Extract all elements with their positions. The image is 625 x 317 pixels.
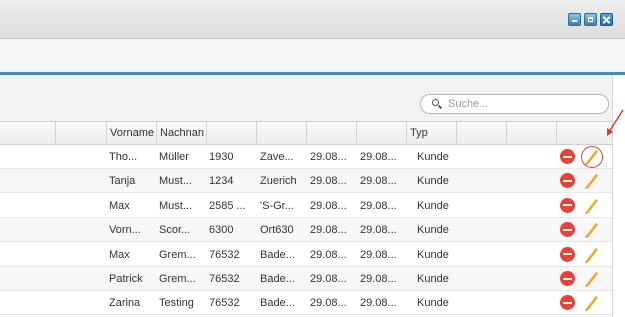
cell-nachname: Testing (159, 297, 194, 310)
column-header[interactable]: Nachnan (156, 122, 206, 144)
delete-icon[interactable] (560, 295, 575, 311)
column-header[interactable]: Vorname (106, 122, 156, 144)
cell-plz: 76532 (209, 248, 240, 261)
delete-icon[interactable] (560, 173, 575, 189)
edit-pencil-icon[interactable] (582, 269, 602, 289)
close-icon[interactable] (600, 13, 613, 26)
cell-plz: 1234 (209, 175, 234, 188)
delete-icon[interactable] (560, 197, 575, 213)
edit-pencil-icon[interactable] (582, 196, 602, 216)
delete-icon[interactable] (560, 222, 575, 238)
cell-nachname: Grem... (159, 273, 196, 285)
delete-icon[interactable] (560, 271, 575, 286)
column-header[interactable] (256, 122, 306, 144)
cell-date-created: 29.08... (310, 297, 347, 310)
cell-typ: Kunde (417, 199, 449, 212)
search-field[interactable] (420, 94, 609, 114)
cell-date-modified: 29.08... (360, 224, 397, 237)
cell-vorname: Max (109, 199, 130, 212)
cell-ort: Bade... (260, 273, 295, 285)
cell-typ: Kunde (417, 151, 449, 163)
cell-plz: 2585 ... (209, 199, 246, 212)
cell-date-created: 29.08... (310, 224, 347, 237)
cell-ort: 'S-Gr... (260, 199, 294, 212)
cell-plz: 76532 (209, 273, 240, 285)
cell-plz: 6300 (209, 224, 234, 237)
table-row[interactable]: Patrick Grem... 76532 Bade... 29.08... 29.08.… (0, 267, 612, 291)
maximize-icon[interactable] (584, 13, 597, 26)
column-header[interactable] (456, 122, 506, 144)
cell-ort: Ort630 (260, 224, 294, 237)
search-input[interactable] (448, 97, 598, 111)
edit-pencil-icon[interactable] (581, 146, 603, 168)
toolbar (0, 39, 625, 72)
edit-pencil-icon[interactable] (582, 293, 602, 313)
cell-date-created: 29.08... (310, 175, 347, 188)
customer-table-panel: VornameNachnan Typ Tho... Müller 1930 Zave..… (0, 75, 624, 317)
cell-ort: Bade... (260, 248, 295, 261)
cell-date-created: 29.08... (310, 273, 347, 285)
edit-pencil-icon[interactable] (582, 220, 602, 240)
cell-date-modified: 29.08... (360, 199, 397, 212)
column-header[interactable]: Typ (406, 122, 456, 144)
cell-date-created: 29.08... (310, 199, 347, 212)
cell-vorname: Vorn... (109, 224, 141, 237)
column-header[interactable] (506, 122, 556, 144)
cell-nachname: Müller (159, 151, 189, 163)
column-header[interactable] (206, 122, 256, 144)
table-row[interactable]: Max Must... 2585 ... 'S-Gr... 29.08... 29.08.… (0, 194, 612, 218)
cell-vorname: Tanja (109, 175, 136, 188)
edit-pencil-icon[interactable] (582, 245, 602, 265)
cell-ort: Bade... (260, 297, 295, 310)
cell-date-modified: 29.08... (360, 273, 397, 285)
edit-pencil-icon[interactable] (582, 171, 602, 191)
cell-date-modified: 29.08... (360, 151, 397, 163)
cell-ort: Zave... (260, 151, 294, 163)
table-row[interactable]: Tanja Must... 1234 Zuerich 29.08... 29.08... K… (0, 169, 612, 194)
cell-nachname: Scor... (159, 224, 191, 237)
cell-typ: Kunde (417, 273, 449, 285)
search-icon (432, 99, 443, 110)
table-row[interactable]: Tho... Müller 1930 Zave... 29.08... 29.08... K… (0, 145, 612, 169)
cell-date-created: 29.08... (310, 248, 347, 261)
cell-plz: 76532 (209, 297, 240, 310)
cell-plz: 1930 (209, 151, 234, 163)
cell-date-modified: 29.08... (360, 297, 397, 310)
annotation-arrow (607, 109, 624, 136)
column-header[interactable] (306, 122, 356, 144)
table-header: Vorname Nachnan Typ (0, 122, 612, 145)
cell-typ: Kunde (417, 297, 449, 310)
cell-vorname: Patrick (109, 273, 143, 285)
cell-vorname: Tho... (109, 151, 138, 163)
cell-date-modified: 29.08... (360, 175, 397, 188)
cell-nachname: Grem... (159, 248, 196, 261)
delete-icon[interactable] (560, 149, 575, 164)
column-header[interactable] (356, 122, 406, 144)
column-header[interactable] (55, 122, 106, 144)
cell-date-modified: 29.08... (360, 248, 397, 261)
table-toolbar (0, 75, 612, 122)
table-row[interactable]: Zarina Testing 76532 Bade... 29.08... 29.08..… (0, 291, 612, 316)
cell-typ: Kunde (417, 248, 449, 261)
table-row[interactable]: Max Grem... 76532 Bade... 29.08... 29.08... Ku… (0, 243, 612, 267)
cell-nachname: Must... (159, 175, 193, 188)
window-titlebar (0, 0, 625, 39)
column-header[interactable] (0, 122, 55, 144)
minimize-icon[interactable] (568, 13, 581, 26)
highlight-circle (581, 146, 603, 168)
cell-vorname: Max (109, 248, 130, 261)
table-row[interactable]: Vorn... Scor... 6300 Ort630 29.08... 29.08...… (0, 218, 612, 243)
cell-vorname: Zarina (109, 297, 141, 310)
delete-icon[interactable] (560, 246, 575, 262)
cell-typ: Kunde (417, 175, 449, 188)
cell-date-created: 29.08... (310, 151, 347, 163)
cell-typ: Kunde (417, 224, 449, 237)
cell-nachname: Must... (159, 199, 193, 212)
cell-ort: Zuerich (260, 175, 297, 188)
